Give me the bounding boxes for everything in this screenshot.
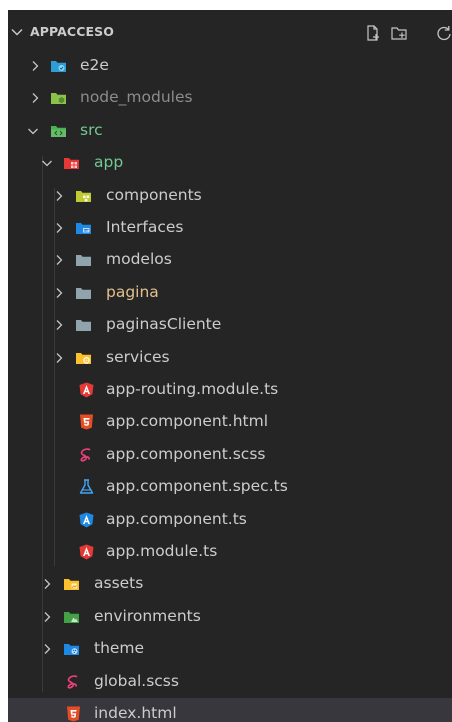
services-folder-icon (76, 352, 91, 364)
tree-item-interfaces[interactable]: Interfaces (8, 212, 452, 244)
tree-item-label: app.component.spec.ts (106, 477, 288, 496)
sass-icon (80, 448, 91, 462)
tree-item-label: environments (94, 606, 201, 625)
new-folder-icon[interactable] (390, 24, 408, 42)
tree-item-label: app (94, 153, 124, 172)
tree-item-e2e[interactable]: e2e (8, 50, 452, 82)
chevron-right-icon (44, 644, 51, 655)
chevron-right-icon (44, 611, 51, 622)
assets-folder-icon (64, 579, 79, 591)
explorer-header[interactable]: APPACCESO (8, 16, 452, 48)
tree-item-label: index.html (94, 704, 177, 722)
tree-item-app-routing-module[interactable]: app-routing.module.ts (8, 374, 452, 406)
tree-item-app-component-html[interactable]: app.component.html (8, 406, 452, 438)
tree-item-assets[interactable]: assets (8, 568, 452, 600)
app-folder-icon (64, 158, 79, 170)
chevron-right-icon (56, 190, 63, 201)
chevron-down-icon[interactable] (9, 24, 25, 40)
chevron-right-icon (56, 287, 63, 298)
chevron-right-icon (32, 61, 39, 71)
tree-item-components[interactable]: components (8, 180, 452, 212)
interfaces-folder-icon (76, 223, 91, 234)
tree-item-label: node_modules (80, 88, 193, 107)
tree-item-app-component-scss[interactable]: app.component.scss (8, 439, 452, 471)
test-flask-icon (79, 479, 94, 494)
tree-item-label: src (80, 120, 103, 139)
tree-item-label: e2e (80, 56, 109, 74)
chevron-right-icon (56, 320, 63, 331)
tree-item-label: global.scss (94, 671, 179, 690)
project-title[interactable]: APPACCESO (30, 24, 114, 39)
chevron-right-icon (56, 255, 63, 266)
folder-icon (76, 255, 91, 267)
explorer-panel: APPACCESO e2e node_modules src app compo… (8, 10, 452, 722)
tree-item-label: modelos (106, 250, 172, 269)
tree-item-label: paginasCliente (106, 315, 222, 334)
tree-item-paginas-cliente[interactable]: paginasCliente (8, 309, 452, 341)
tree-item-src[interactable]: src (8, 115, 452, 147)
tree-item-index-html[interactable]: index.html (8, 698, 452, 722)
tree-item-label: app.component.ts (106, 509, 247, 528)
folder-icon (76, 320, 91, 332)
chevron-right-icon (56, 352, 63, 363)
tree-item-services[interactable]: services (8, 342, 452, 374)
tree-item-label: pagina (106, 282, 159, 301)
tree-item-environments[interactable]: environments (8, 601, 452, 633)
angular-icon (79, 382, 94, 398)
theme-folder-icon (64, 644, 79, 656)
tree-item-label: Interfaces (106, 218, 184, 236)
chevron-down-icon (42, 160, 52, 167)
tree-item-label: app.component.scss (106, 444, 266, 463)
tree-item-label: components (106, 185, 202, 204)
tree-item-pagina[interactable]: pagina (8, 277, 452, 309)
tree-item-label: services (106, 347, 170, 366)
angular-icon (79, 544, 94, 560)
html5-icon (67, 706, 80, 722)
tree-item-label: assets (94, 574, 144, 593)
tree-item-app-component-ts[interactable]: app.component.ts (8, 504, 452, 536)
chevron-down-icon (28, 128, 38, 135)
folder-icon (76, 287, 91, 299)
components-folder-icon (76, 190, 91, 202)
chevron-right-icon (32, 93, 39, 104)
node-folder-icon (51, 93, 66, 105)
tree-item-app-component-spec[interactable]: app.component.spec.ts (8, 471, 452, 503)
src-folder-icon (51, 125, 66, 137)
tree-item-node-modules[interactable]: node_modules (8, 82, 452, 114)
tree-item-label: app.component.html (106, 412, 269, 431)
chevron-right-icon (56, 223, 63, 233)
html5-icon (80, 414, 93, 430)
sass-icon (67, 674, 78, 689)
e2e-folder-icon (51, 61, 66, 72)
chevron-right-icon (44, 579, 51, 590)
tree-item-theme[interactable]: theme (8, 633, 452, 665)
tree-item-global-scss[interactable]: global.scss (8, 666, 452, 698)
tree-item-label: theme (94, 639, 145, 658)
environments-folder-icon (64, 611, 79, 623)
angular-icon (79, 512, 94, 528)
tree-item-label: app-routing.module.ts (106, 380, 279, 398)
new-file-icon[interactable] (364, 24, 382, 42)
tree-item-app-module[interactable]: app.module.ts (8, 536, 452, 568)
tree-item-app[interactable]: app (8, 147, 452, 179)
tree-item-modelos[interactable]: modelos (8, 244, 452, 276)
tree-item-label: app.module.ts (106, 542, 218, 560)
refresh-icon[interactable] (435, 24, 452, 42)
